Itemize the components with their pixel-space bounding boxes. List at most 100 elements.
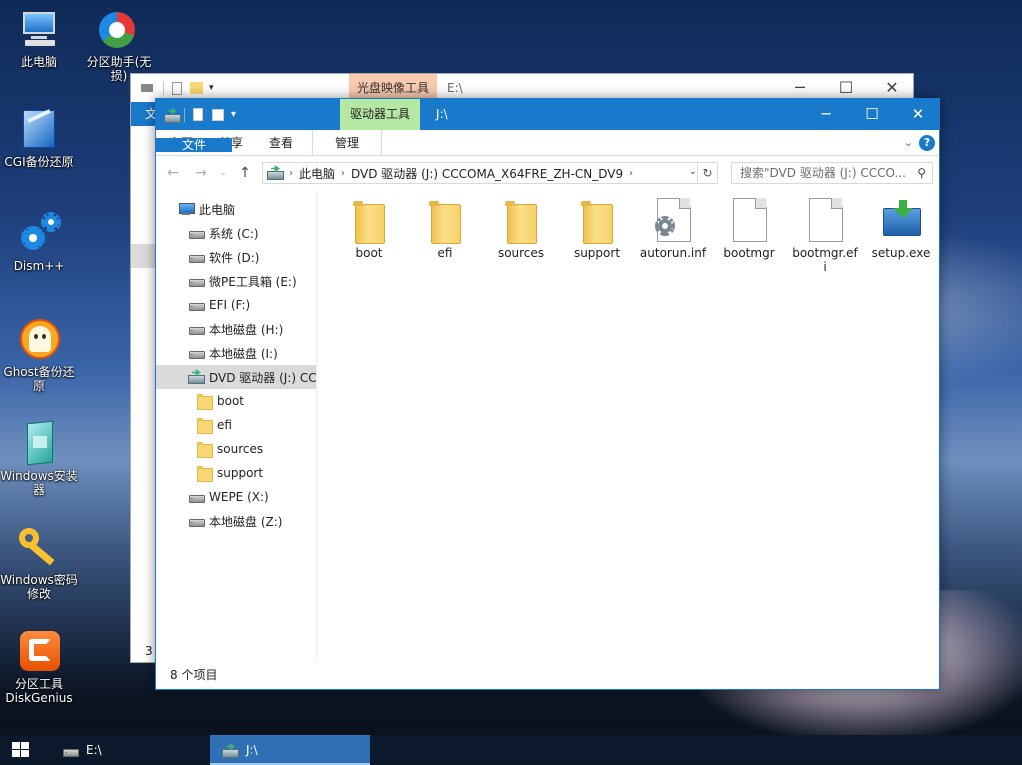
nav-tree-item[interactable]: 系统 (C:) [156, 221, 316, 245]
file-name: autorun.inf [639, 246, 707, 260]
breadcrumb-separator[interactable]: › [341, 168, 345, 179]
nav-tree-item[interactable]: 本地磁盘 (Z:) [156, 509, 316, 533]
nav-tree-item[interactable]: DVD 驱动器 (J:) CCCOMA_X64FRE_ZH-CN_DV9 [156, 365, 316, 389]
folder-icon [190, 82, 203, 94]
desktop-icon-windows-password[interactable]: Windows密码修改 [0, 526, 78, 601]
nav-tree-item[interactable]: EFI (F:) [156, 293, 316, 317]
taskbar-item-j-drive[interactable]: J:\ [210, 735, 370, 765]
dvd-drive-icon [164, 108, 181, 123]
address-dropdown-icon[interactable]: ⌄ [689, 166, 697, 177]
minimize-button[interactable]: ─ [803, 99, 849, 130]
context-tab-drive-tools[interactable]: 驱动器工具 [340, 99, 421, 130]
refresh-icon[interactable]: ↻ [697, 163, 717, 183]
key-icon [17, 526, 61, 570]
drive-icon [188, 489, 205, 505]
back-close-button[interactable]: ✕ [869, 78, 915, 97]
nav-tree-item[interactable]: support [156, 461, 316, 485]
desktop-icon-dism[interactable]: Dism++ [0, 212, 78, 273]
breadcrumb-separator[interactable]: › [629, 168, 633, 179]
windows-start-icon[interactable] [12, 742, 30, 758]
desktop-icon-partition-assistant[interactable]: 分区助手(无损) [78, 8, 156, 83]
file-icon [805, 198, 845, 242]
help-icon[interactable]: ? [919, 135, 935, 151]
nav-tree-label: support [217, 466, 264, 480]
breadcrumb-this-pc[interactable]: 此电脑 [299, 165, 335, 182]
back-ribbon-file-tab[interactable]: 文 [131, 102, 157, 126]
taskbar-item-e-drive[interactable]: E:\ [50, 735, 208, 765]
folder-icon [501, 198, 541, 244]
desktop-icon-ghost[interactable]: Ghost备份还原 [0, 318, 78, 393]
desktop-icon-cgi-backup[interactable]: CGI备份还原 [0, 108, 78, 169]
nav-tree-label: 本地磁盘 (Z:) [209, 514, 283, 529]
nav-tree-label: boot [217, 394, 245, 408]
desktop-icon-this-pc[interactable]: 此电脑 [0, 8, 78, 69]
file-item[interactable]: sources [483, 198, 559, 260]
address-bar[interactable]: › 此电脑 › DVD 驱动器 (J:) CCCOMA_X64FRE_ZH-CN… [262, 162, 718, 184]
file-name: bootmgr.efi [792, 246, 858, 274]
qa-dropdown-icon[interactable]: ▾ [231, 109, 236, 120]
file-item[interactable]: efi [407, 198, 483, 260]
file-icon [729, 198, 769, 242]
back-arrow-icon[interactable]: ← [162, 165, 184, 181]
folder-icon [196, 393, 213, 410]
up-arrow-icon[interactable]: ↑ [234, 165, 256, 181]
search-input[interactable]: 搜索"DVD 驱动器 (J:) CCCO... ⚲ [731, 162, 933, 184]
file-item[interactable]: boot [331, 198, 407, 260]
nav-tree-item[interactable]: 本地磁盘 (I:) [156, 341, 316, 365]
address-toolbar: ← → ⌄ ↑ › 此电脑 › DVD 驱动器 (J:) CCCOMA_X64F… [156, 156, 939, 190]
new-folder-icon[interactable] [211, 108, 225, 122]
nav-tree-item[interactable]: efi [156, 413, 316, 437]
nav-tree-label: WEPE (X:) [209, 490, 269, 504]
maximize-button[interactable]: ☐ [849, 99, 895, 130]
navigation-pane[interactable]: 此电脑系统 (C:) 软件 (D:) 微PE工具箱 (E:) EFI (F:) 本地磁盘… [156, 190, 316, 660]
nav-tree-label: DVD 驱动器 (J:) CCCOMA_X64FRE_ZH-CN_DV9 [209, 370, 316, 385]
breadcrumb-dvd-drive[interactable]: DVD 驱动器 (J:) CCCOMA_X64FRE_ZH-CN_DV9 [351, 165, 623, 182]
tab-view[interactable]: 查看 [256, 130, 306, 155]
back-maximize-button[interactable]: ☐ [823, 78, 869, 97]
search-icon: ⚲ [913, 163, 926, 183]
nav-tree-item[interactable]: sources [156, 437, 316, 461]
close-button[interactable]: ✕ [895, 99, 941, 130]
recent-dropdown-icon[interactable]: ⌄ [218, 168, 228, 178]
forward-arrow-icon[interactable]: → [190, 165, 212, 181]
nav-tree-item[interactable]: 微PE工具箱 (E:) [156, 269, 316, 293]
nav-tree-label: 系统 (C:) [209, 226, 259, 241]
drive-icon [141, 84, 153, 92]
file-view[interactable]: boot efi sources support autorun.inf bootmgr b… [316, 190, 939, 660]
explorer-window[interactable]: ▾ 驱动器工具 J:\ ─ ☐ ✕ 文件 主页 共享 查看 管理 ⌄ ? ← →… [155, 98, 940, 690]
nav-tree-label: 本地磁盘 (I:) [209, 346, 278, 361]
nav-tree-item[interactable]: 软件 (D:) [156, 245, 316, 269]
properties-icon[interactable] [191, 107, 205, 122]
file-item[interactable]: autorun.inf [635, 198, 711, 260]
tab-file[interactable]: 文件 [156, 138, 232, 152]
file-name: boot [355, 246, 383, 260]
file-item[interactable]: setup.exe [863, 198, 939, 260]
chevron-down-icon[interactable]: ⌄ [904, 136, 913, 149]
cgi-backup-icon [17, 108, 61, 152]
qa-dropdown-icon[interactable]: ▾ [209, 83, 214, 93]
titlebar[interactable]: ▾ 驱动器工具 J:\ ─ ☐ ✕ [156, 99, 939, 130]
taskbar: E:\ J:\ [0, 735, 1022, 765]
folder-icon [196, 417, 213, 434]
desktop-icon-diskgenius[interactable]: 分区工具DiskGenius [0, 630, 78, 705]
nav-tree-item[interactable]: 本地磁盘 (H:) [156, 317, 316, 341]
windows-installer-icon [17, 420, 61, 466]
file-item[interactable]: support [559, 198, 635, 260]
drive-icon [188, 225, 205, 241]
nav-tree-label: 本地磁盘 (H:) [209, 322, 284, 337]
nav-tree-label: 此电脑 [199, 202, 236, 217]
file-item[interactable]: bootmgr [711, 198, 787, 260]
document-icon [172, 81, 182, 95]
breadcrumb-separator[interactable]: › [289, 168, 293, 179]
folder-icon [349, 198, 389, 244]
nav-tree-item[interactable]: boot [156, 389, 316, 413]
tab-manage[interactable]: 管理 [312, 130, 383, 155]
desktop-icon-windows-installer[interactable]: Windows安装器 [0, 420, 78, 497]
computer-icon [178, 201, 195, 217]
nav-tree-item[interactable]: 此电脑 [156, 197, 316, 221]
nav-tree-label: sources [217, 442, 264, 456]
nav-tree-item[interactable]: WEPE (X:) [156, 485, 316, 509]
back-minimize-button[interactable]: ─ [777, 78, 823, 97]
nav-tree-label: 微PE工具箱 (E:) [209, 274, 297, 289]
file-item[interactable]: bootmgr.efi [787, 198, 863, 274]
